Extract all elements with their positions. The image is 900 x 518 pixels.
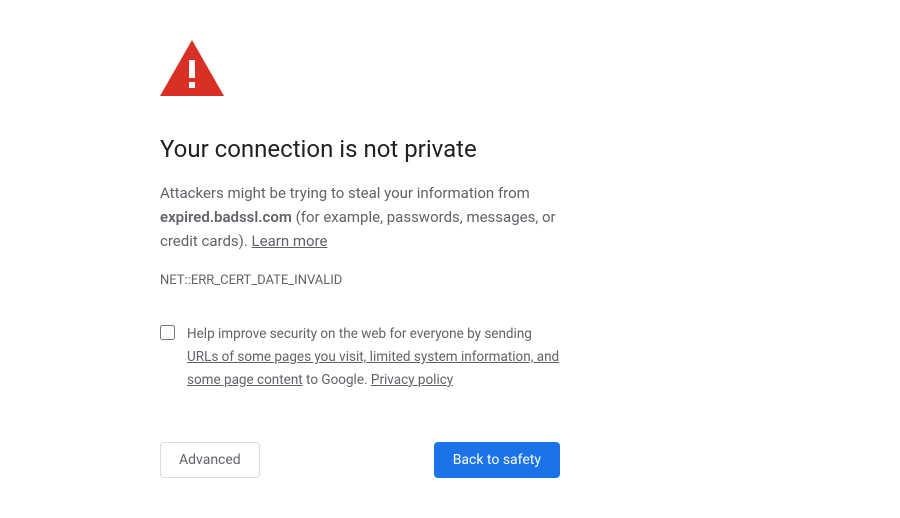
advanced-button[interactable]: Advanced [160,442,260,478]
opt-in-prefix: Help improve security on the web for eve… [187,326,532,342]
ssl-error-page: Your connection is not private Attackers… [0,0,720,518]
domain-name: expired.badssl.com [160,208,292,226]
learn-more-link[interactable]: Learn more [252,232,328,250]
description-prefix: Attackers might be trying to steal your … [160,184,530,202]
button-row: Advanced Back to safety [160,442,560,478]
page-heading: Your connection is not private [160,135,560,163]
opt-in-middle: to Google. [303,372,371,388]
warning-triangle-icon [160,40,560,100]
privacy-policy-link[interactable]: Privacy policy [371,372,453,388]
opt-in-checkbox[interactable] [160,325,175,340]
error-code: NET::ERR_CERT_DATE_INVALID [160,273,560,288]
opt-in-label: Help improve security on the web for eve… [187,323,560,392]
opt-in-row: Help improve security on the web for eve… [160,323,560,392]
warning-description: Attackers might be trying to steal your … [160,181,560,253]
back-to-safety-button[interactable]: Back to safety [434,442,560,478]
